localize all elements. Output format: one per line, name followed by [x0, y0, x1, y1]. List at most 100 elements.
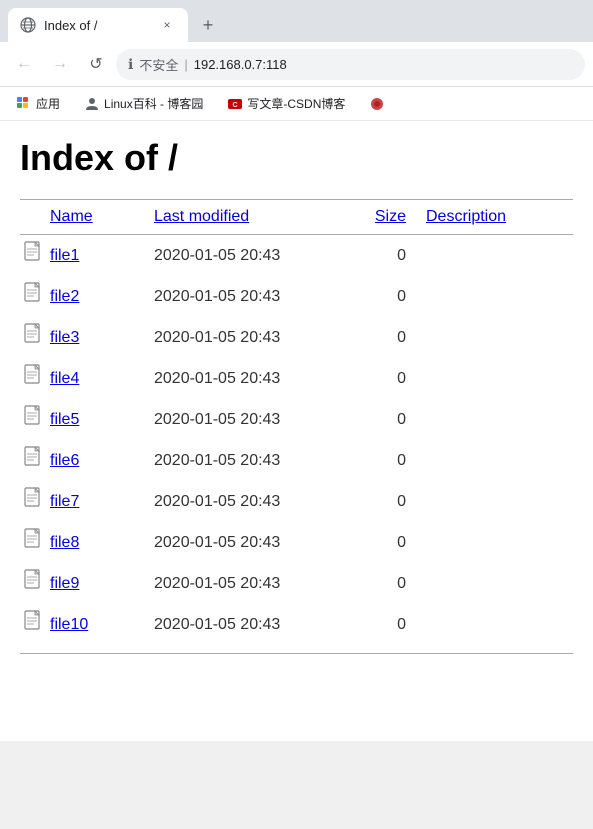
- file-modified-cell: 2020-01-05 20:43: [150, 563, 350, 604]
- tab-bar: Index of / × +: [0, 0, 593, 42]
- file-size-cell: 0: [350, 440, 410, 481]
- page-content: Index of / Name Last modified Size Descr…: [0, 121, 593, 741]
- bookmark-linux[interactable]: Linux百科 - 博客园: [76, 91, 211, 116]
- file-modified-cell: 2020-01-05 20:43: [150, 399, 350, 440]
- bookmark-linux-label: Linux百科 - 博客园: [104, 95, 203, 112]
- file-link[interactable]: file9: [50, 575, 79, 593]
- file-link[interactable]: file6: [50, 452, 79, 470]
- col-header-description[interactable]: Description: [410, 200, 573, 235]
- table-row: file6 2020-01-05 20:430: [20, 440, 573, 481]
- bookmark-apps[interactable]: 应用: [8, 91, 68, 116]
- file-modified-cell: 2020-01-05 20:43: [150, 276, 350, 317]
- file-link[interactable]: file3: [50, 329, 79, 347]
- tab-close-button[interactable]: ×: [158, 16, 176, 34]
- table-row: file5 2020-01-05 20:430: [20, 399, 573, 440]
- extra-icon: [369, 96, 385, 112]
- table-row: file7 2020-01-05 20:430: [20, 481, 573, 522]
- page-title: Index of /: [20, 137, 573, 179]
- file-link[interactable]: file2: [50, 288, 79, 306]
- file-name-cell: file9: [20, 563, 150, 604]
- table-bottom-rule: [20, 653, 573, 654]
- file-icon: [24, 528, 44, 557]
- col-header-name[interactable]: Name: [20, 200, 150, 235]
- file-size-cell: 0: [350, 481, 410, 522]
- file-name-cell: file8: [20, 522, 150, 563]
- file-icon: [24, 569, 44, 598]
- bookmark-csdn[interactable]: C 写文章-CSDN博客: [219, 91, 353, 116]
- file-description-cell: [410, 481, 573, 522]
- csdn-icon: C: [227, 96, 243, 112]
- file-icon: [24, 610, 44, 639]
- file-icon: [24, 487, 44, 516]
- active-tab[interactable]: Index of / ×: [8, 8, 188, 42]
- forward-button[interactable]: →: [44, 48, 76, 80]
- file-description-cell: [410, 358, 573, 399]
- file-icon: [24, 405, 44, 434]
- svg-text:C: C: [233, 102, 238, 109]
- table-row: file1 2020-01-05 20:430: [20, 235, 573, 277]
- file-description-cell: [410, 563, 573, 604]
- table-row: file42020-01-05 20:430: [20, 358, 573, 399]
- bookmark-apps-label: 应用: [36, 95, 60, 112]
- file-modified-cell: 2020-01-05 20:43: [150, 317, 350, 358]
- table-row: file8 2020-01-05 20:430: [20, 522, 573, 563]
- file-link[interactable]: file5: [50, 411, 79, 429]
- file-size-cell: 0: [350, 276, 410, 317]
- file-description-cell: [410, 276, 573, 317]
- file-name-cell: file4: [20, 358, 150, 399]
- nav-bar: ← → ↺ ℹ 不安全 | 192.168.0.7:118: [0, 42, 593, 87]
- file-description-cell: [410, 399, 573, 440]
- file-icon: [24, 446, 44, 475]
- file-size-cell: 0: [350, 399, 410, 440]
- file-modified-cell: 2020-01-05 20:43: [150, 481, 350, 522]
- bookmark-csdn-label: 写文章-CSDN博客: [247, 95, 345, 112]
- file-modified-cell: 2020-01-05 20:43: [150, 235, 350, 277]
- file-description-cell: [410, 440, 573, 481]
- file-listing-table: Name Last modified Size Description file…: [20, 199, 573, 645]
- file-name-cell: file3: [20, 317, 150, 358]
- tab-title: Index of /: [44, 18, 97, 33]
- col-header-modified[interactable]: Last modified: [150, 200, 350, 235]
- browser-chrome: Index of / × + ← → ↺ ℹ 不安全 | 192.168.0.7…: [0, 0, 593, 121]
- file-modified-cell: 2020-01-05 20:43: [150, 522, 350, 563]
- file-icon: [24, 323, 44, 352]
- bookmark-extra[interactable]: [361, 92, 393, 116]
- file-size-cell: 0: [350, 235, 410, 277]
- table-header-row: Name Last modified Size Description: [20, 200, 573, 235]
- file-size-cell: 0: [350, 522, 410, 563]
- file-link[interactable]: file7: [50, 493, 79, 511]
- address-bar[interactable]: ℹ 不安全 | 192.168.0.7:118: [116, 49, 585, 80]
- back-button[interactable]: ←: [8, 48, 40, 80]
- linux-person-icon: [84, 96, 100, 112]
- file-name-cell: file10: [20, 604, 150, 645]
- file-modified-cell: 2020-01-05 20:43: [150, 358, 350, 399]
- tab-favicon-icon: [20, 17, 36, 33]
- reload-button[interactable]: ↺: [80, 48, 112, 80]
- table-row: file9 2020-01-05 20:430: [20, 563, 573, 604]
- file-link[interactable]: file10: [50, 616, 88, 634]
- address-separator: |: [184, 57, 187, 72]
- file-description-cell: [410, 235, 573, 277]
- file-modified-cell: 2020-01-05 20:43: [150, 604, 350, 645]
- col-header-size[interactable]: Size: [350, 200, 410, 235]
- file-name-cell: file1: [20, 235, 150, 276]
- insecure-label: 不安全: [139, 55, 178, 74]
- file-link[interactable]: file1: [50, 247, 79, 265]
- new-tab-button[interactable]: +: [192, 9, 224, 41]
- table-row: file3 2020-01-05 20:430: [20, 317, 573, 358]
- file-size-cell: 0: [350, 317, 410, 358]
- apps-grid-icon: [16, 96, 32, 112]
- file-modified-cell: 2020-01-05 20:43: [150, 440, 350, 481]
- file-description-cell: [410, 604, 573, 645]
- url-display: 192.168.0.7:118: [194, 57, 287, 72]
- file-name-cell: file5: [20, 399, 150, 440]
- info-icon: ℹ: [128, 56, 133, 73]
- file-description-cell: [410, 317, 573, 358]
- file-size-cell: 0: [350, 563, 410, 604]
- file-icon: [24, 364, 44, 393]
- file-link[interactable]: file4: [50, 370, 79, 388]
- table-row: file2 2020-01-05 20:430: [20, 276, 573, 317]
- file-link[interactable]: file8: [50, 534, 79, 552]
- file-size-cell: 0: [350, 604, 410, 645]
- file-name-cell: file7: [20, 481, 150, 522]
